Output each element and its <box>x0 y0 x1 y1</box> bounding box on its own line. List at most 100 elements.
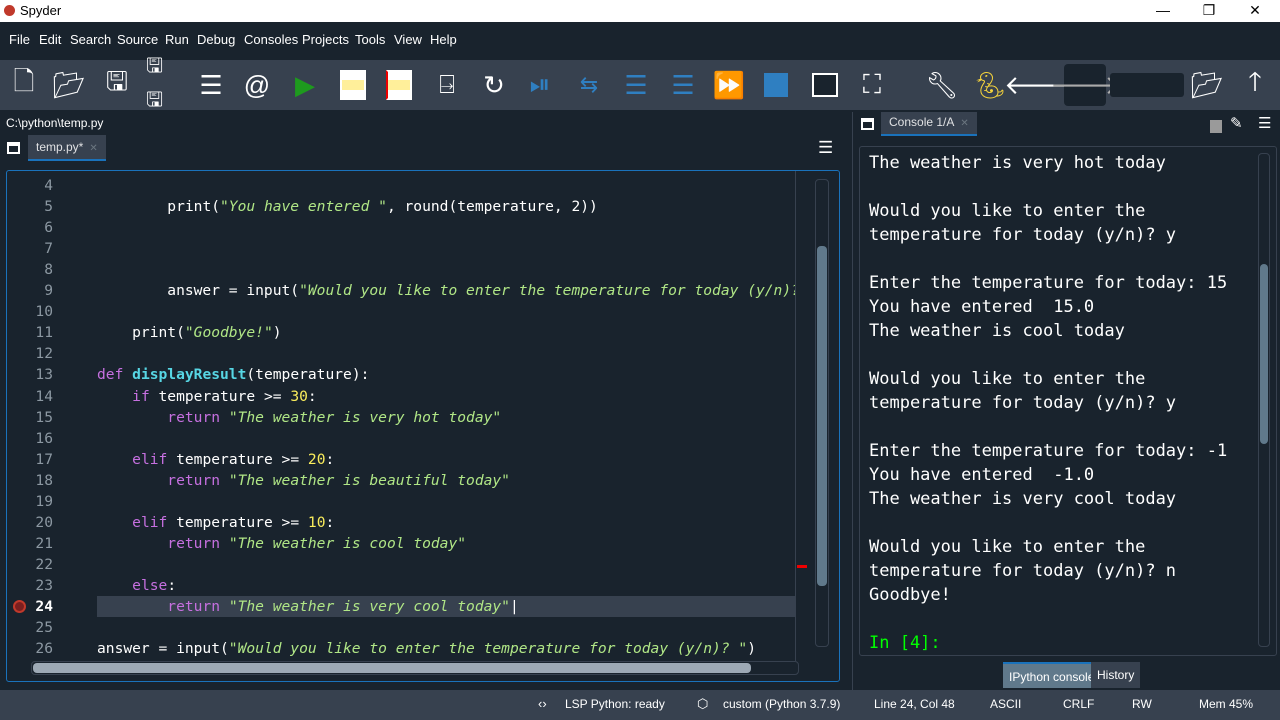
continue-icon[interactable]: ⏩ <box>712 68 746 102</box>
open-file-icon[interactable]: 📂︎ <box>52 68 86 102</box>
vertical-scrollbar[interactable] <box>1258 153 1270 647</box>
close-button[interactable]: ✕ <box>1232 0 1278 20</box>
maximize-pane-icon[interactable] <box>808 68 842 102</box>
vertical-scrollbar[interactable] <box>815 179 829 647</box>
tab-ipython-console[interactable]: IPython console <box>1003 662 1101 688</box>
line-number: 7 <box>44 240 53 258</box>
fullscreen-icon[interactable]: ⛶ <box>855 68 889 102</box>
preferences-icon[interactable]: 🔧︎ <box>925 68 959 102</box>
menu-search[interactable]: Search <box>70 32 111 47</box>
working-directory-combo[interactable] <box>1110 73 1184 97</box>
menu-file[interactable]: File <box>9 32 30 47</box>
run-selection-icon[interactable]: ⍈ <box>430 68 464 102</box>
minimize-button[interactable]: — <box>1140 0 1186 20</box>
ipython-console-output[interactable]: The weather is very hot today Would you l… <box>859 146 1277 656</box>
run-cell-advance-icon[interactable] <box>382 68 416 102</box>
code-line: answer = input("Would you like to enter … <box>97 638 756 659</box>
file-path-bar: C:\python\temp.py <box>0 112 845 134</box>
code-token: "Goodbye!" <box>184 324 273 342</box>
console-line: Goodbye! <box>869 585 951 605</box>
step-return-icon[interactable]: ☰ <box>666 68 700 102</box>
browse-folder-icon[interactable]: 📂︎ <box>1190 68 1224 102</box>
menu-consoles[interactable]: Consoles <box>244 32 298 47</box>
tab-temp-py[interactable]: temp.py* ✕ <box>28 135 106 161</box>
code-token: temperature >= <box>149 387 291 405</box>
code-token: else <box>132 576 168 594</box>
menu-view[interactable]: View <box>394 32 422 47</box>
code-line: return "The weather is cool today" <box>97 533 466 554</box>
code-token: temperature >= <box>167 513 308 531</box>
editor-options-icon[interactable]: ☰ <box>818 138 833 158</box>
tab-history[interactable]: History <box>1091 662 1141 688</box>
menu-debug[interactable]: Debug <box>197 32 235 47</box>
step-into-icon[interactable]: ☰ <box>619 68 653 102</box>
at-icon[interactable]: @ <box>240 68 274 102</box>
code-line: elif temperature >= 20: <box>97 449 334 470</box>
code-token: temperature >= <box>167 450 308 468</box>
console-options-icon[interactable]: ☰ <box>1258 114 1271 132</box>
python-path-icon[interactable]: 🐍︎ <box>973 68 1007 102</box>
run-icon[interactable]: ▶ <box>288 68 322 102</box>
console-line: temperature for today (y/n)? y <box>869 393 1177 413</box>
line-number: 26 <box>35 640 53 658</box>
scrollbar-thumb[interactable] <box>1260 264 1268 444</box>
close-tab-icon[interactable]: ✕ <box>960 118 968 129</box>
tab-label: Console 1/A <box>889 115 955 129</box>
code-token: 10 <box>307 513 326 531</box>
clear-console-icon[interactable]: ✎ <box>1230 114 1243 132</box>
console-prompt[interactable]: In [4]: <box>869 631 941 655</box>
code-token: : <box>167 576 177 594</box>
step-icon[interactable]: ⇆ <box>572 68 606 102</box>
code-area[interactable]: print("You have entered ", round(tempera… <box>97 171 795 661</box>
tab-label: temp.py* <box>36 140 84 154</box>
save-all-icon[interactable]: 🖫🖫 <box>146 55 180 111</box>
code-token: "The weather is very cool today" <box>228 598 510 615</box>
code-token: 20 <box>307 450 326 468</box>
python-environment[interactable]: custom (Python 3.7.9) <box>723 697 840 711</box>
window-title: Spyder <box>20 3 62 18</box>
tab-console[interactable]: Console 1/A ✕ <box>881 112 977 136</box>
file-encoding: ASCII <box>990 697 1022 711</box>
code-token: "The weather is very hot today" <box>228 408 502 426</box>
new-file-icon[interactable]: 🗋 <box>7 66 41 102</box>
horizontal-scrollbar[interactable] <box>31 661 799 675</box>
code-editor[interactable]: 4 5 6 7 8 9 10 11 12 13 14 15 16 17 18 19 20 21 22 23 24 25 26… <box>6 170 840 682</box>
interrupt-kernel-icon[interactable] <box>1210 120 1222 133</box>
save-icon[interactable]: 🖫 <box>100 66 134 102</box>
menu-source[interactable]: Source <box>117 32 158 47</box>
code-line: else: <box>97 575 176 596</box>
menu-help[interactable]: Help <box>430 32 457 47</box>
line-number: 10 <box>35 303 53 321</box>
scrollbar-thumb[interactable] <box>33 663 751 673</box>
scrollbar-thumb[interactable] <box>817 246 827 586</box>
lsp-status[interactable]: LSP Python: ready <box>565 697 665 711</box>
menu-tools[interactable]: Tools <box>355 32 385 47</box>
parent-dir-icon[interactable]: 🡑 <box>1238 66 1272 102</box>
forward-icon[interactable]: 🡒 <box>1050 64 1120 106</box>
close-tab-icon[interactable]: ✕ <box>89 143 97 154</box>
debug-icon[interactable]: ⏯ <box>523 68 557 102</box>
line-number: 21 <box>35 534 53 552</box>
file-permissions: RW <box>1132 697 1152 711</box>
code-line: return "The weather is very hot today" <box>97 407 501 428</box>
browse-tabs-icon[interactable] <box>7 142 20 154</box>
code-token: , round(temperature, 2)) <box>386 198 598 216</box>
console-line: Enter the temperature for today: -1 <box>869 441 1228 461</box>
error-marker <box>797 565 807 568</box>
console-line: Would you like to enter the <box>869 369 1146 389</box>
menu-run[interactable]: Run <box>165 32 189 47</box>
stop-icon[interactable] <box>759 68 793 102</box>
menu-edit[interactable]: Edit <box>39 32 61 47</box>
editor-pane: temp.py* ✕ ☰ 4 5 6 7 8 9 10 11 12 13 14 15 16 17 18 19 20… <box>0 134 845 690</box>
restore-button[interactable]: ❐ <box>1186 0 1232 20</box>
browse-tabs-icon[interactable] <box>861 118 874 130</box>
code-token: : <box>325 513 335 531</box>
outline-icon[interactable]: ☰ <box>194 68 228 102</box>
re-run-icon[interactable]: ↻ <box>477 68 511 102</box>
menu-projects[interactable]: Projects <box>302 32 349 47</box>
run-cell-icon[interactable] <box>336 68 370 102</box>
line-number: 24 <box>35 598 53 615</box>
